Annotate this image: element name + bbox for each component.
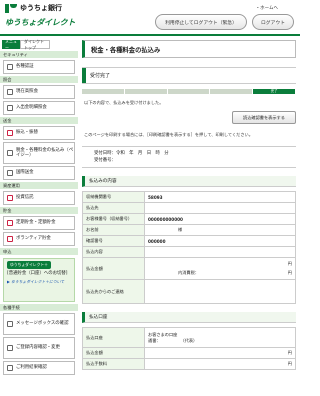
promo-link[interactable]: ▶ ゆうちょダイレクト＋について	[7, 279, 71, 284]
header-divider	[0, 34, 300, 36]
sidebar: メニュー ダイレクトトップ セキュリティ 各種認証 照会 現在高照会 入出金明細…	[0, 39, 78, 396]
main-content: 税金・各種料金の払込み 受付完了 完了 以下の内容で、払込みを受け付けました。 …	[82, 40, 296, 396]
pause-logout-button[interactable]: 利用停止してログアウト（緊急）	[155, 14, 247, 30]
account-section-title: 払込口座	[82, 312, 296, 323]
sidebar-tabs: メニュー ダイレクトトップ	[2, 39, 78, 50]
page-title: 税金・各種料金の払込み	[82, 40, 296, 58]
table-row: 払込内容	[82, 246, 296, 258]
sidebar-item-investment-trust[interactable]: 投資信託	[3, 191, 75, 205]
promo-badge: ゆうちょダイレクト＋	[7, 261, 51, 269]
tab-menu[interactable]: メニュー	[2, 39, 20, 50]
section-inquiry: 照会	[0, 76, 78, 83]
jp-post-logo-icon	[5, 3, 17, 13]
progress-step	[82, 89, 124, 94]
sidebar-item-registration[interactable]: ご登録内容確認・変更	[3, 337, 75, 359]
view-receipt-button[interactable]: 読込確認書を表示する	[232, 111, 296, 124]
section-application: 申込	[0, 248, 78, 255]
promo-box[interactable]: ゆうちょダイレクト＋ [普通貯金（口座）へのお切替] ▶ ゆうちょダイレクト＋に…	[3, 258, 75, 302]
status-accent	[82, 68, 86, 83]
bank-logo[interactable]: ゆうちょ銀行	[5, 3, 62, 13]
sidebar-item-statement[interactable]: 入出金明細照会	[3, 101, 75, 115]
sidebar-item-messagebox[interactable]: メッセージボックスの確認	[3, 313, 75, 335]
progress-step	[124, 89, 167, 94]
tab-direct-top[interactable]: ダイレクトトップ	[20, 39, 50, 50]
sidebar-item-volunteer[interactable]: ボランティア貯金	[3, 232, 75, 246]
header: ゆうちょ銀行 ゆうちょダイレクト ・ホームへ 利用停止してログアウト（緊急） ロ…	[0, 0, 300, 42]
table-row: お客様番号（収納番号） 000000000000	[82, 213, 296, 225]
heart-icon	[7, 236, 13, 242]
table-row: 払込口座 お客さまの口座 通番： （代表）	[82, 327, 296, 348]
sidebar-item-transfer[interactable]: 振込・振替	[3, 126, 75, 140]
section-savings: 貯金	[0, 207, 78, 214]
document-icon	[7, 365, 13, 371]
payment-section-title: 払込みの内容	[82, 176, 296, 187]
status-label: 受付完了	[90, 73, 111, 79]
logout-button[interactable]: ログアウト	[252, 14, 294, 30]
balance-icon	[7, 89, 13, 95]
globe-icon	[7, 170, 13, 176]
table-row: 払込金額円	[82, 347, 296, 359]
table-row: 払込金額 円 内消費税：円	[82, 257, 296, 280]
deposit-icon	[7, 220, 13, 226]
home-link[interactable]: ・ホームへ	[256, 5, 278, 11]
progress-step	[210, 89, 253, 94]
table-row: 払込先	[82, 202, 296, 214]
progress-step-current: 完了	[253, 89, 295, 94]
table-row: 収納機関番号 58093	[82, 191, 296, 203]
lock-icon	[7, 64, 13, 70]
transfer-icon	[7, 130, 13, 136]
table-row: お名前様	[82, 224, 296, 236]
completion-message: 以下の内容で、払込みを受け付けました。	[84, 100, 164, 105]
sidebar-item-results[interactable]: ご利用結果確認	[3, 361, 75, 375]
promo-text[interactable]: [普通貯金（口座）へのお切替]	[7, 271, 71, 277]
table-row: 払込先からのご連絡	[82, 279, 296, 304]
bill-icon	[7, 150, 13, 156]
section-procedures: 各種手続	[0, 304, 78, 311]
accepted-datetime: 受付日時：令和 年 月 日 時 分	[94, 151, 169, 156]
bank-name: ゆうちょ銀行	[20, 4, 62, 12]
status-banner: 受付完了	[82, 67, 296, 84]
sidebar-item-international[interactable]: 国際送金	[3, 166, 75, 180]
sidebar-item-balance[interactable]: 現在高照会	[3, 85, 75, 99]
section-remittance: 送金	[0, 117, 78, 124]
payment-table: 収納機関番号 58093 払込先 お客様番号（収納番号） 000000000000 …	[82, 191, 296, 304]
print-instruction: このページを印刷する場合には、［印刷確認書を表示する］を押して、印刷してください…	[84, 132, 253, 137]
table-row: 確認番号 000000	[82, 235, 296, 247]
service-logo[interactable]: ゆうちょダイレクト	[5, 17, 75, 28]
sidebar-item-payeasy[interactable]: 税金・各種料金の払込み（ペイジー）	[3, 142, 75, 164]
section-investment: 資産運用	[0, 182, 78, 189]
sidebar-item-time-deposit[interactable]: 定期貯金・定額貯金	[3, 216, 75, 230]
sidebar-item-authentication[interactable]: 各種認証	[3, 60, 75, 74]
chart-icon	[7, 195, 13, 201]
mail-icon	[7, 321, 13, 327]
accepted-number: 受付番号：	[94, 158, 116, 163]
section-security: セキュリティ	[0, 51, 78, 58]
table-row: 払込手数料円	[82, 358, 296, 370]
account-table: 払込口座 お客さまの口座 通番： （代表） 払込金額円 払込手数料円	[82, 327, 296, 370]
progress-bar: 完了	[82, 89, 296, 94]
progress-step	[167, 89, 210, 94]
user-icon	[7, 345, 13, 351]
statement-icon	[7, 105, 13, 111]
acceptance-info: 受付日時：令和 年 月 日 時 分 受付番号：	[82, 146, 296, 168]
